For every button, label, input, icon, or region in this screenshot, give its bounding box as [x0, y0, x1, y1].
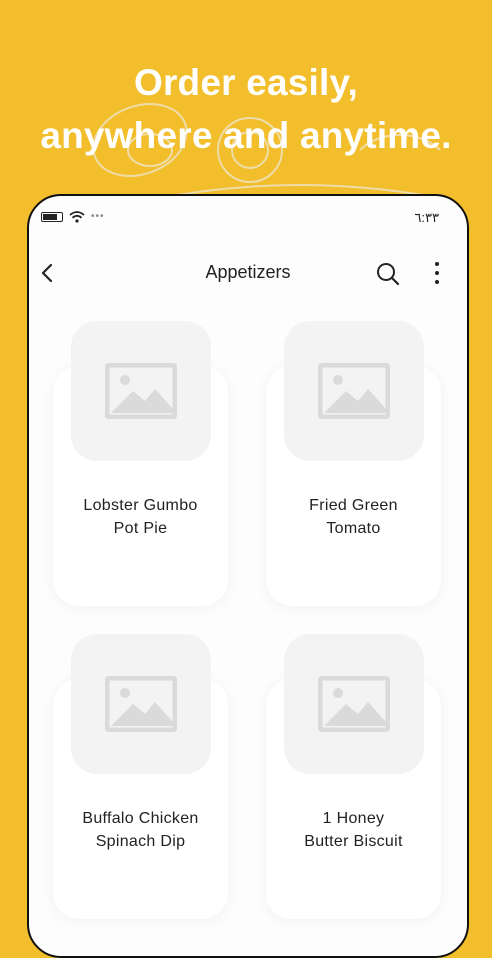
search-icon[interactable]	[375, 261, 401, 287]
app-bar: Appetizers	[29, 248, 467, 298]
image-placeholder-icon	[105, 676, 177, 732]
headline-line-1: Order easily,	[133, 62, 359, 103]
page-title: Appetizers	[205, 262, 291, 282]
status-time: ٦:٣٣	[414, 210, 439, 225]
headline-line-2: anywhere and anytime.	[40, 115, 452, 156]
item-name: Buffalo Chicken Spinach Dip	[82, 810, 199, 850]
menu-item-card[interactable]: Buffalo Chicken Spinach Dip	[53, 634, 228, 919]
image-placeholder	[71, 321, 211, 461]
headline: Order easily, anywhere and anytime.	[0, 56, 492, 162]
item-name: 1 Honey Butter Biscuit	[304, 810, 403, 850]
phone-frame: ••• ٦:٣٣ Appetizers Lobster Gumbo Pot Pi…	[27, 194, 469, 958]
menu-item-card[interactable]: Lobster Gumbo Pot Pie	[53, 321, 228, 606]
wifi-icon	[69, 211, 85, 223]
battery-icon	[41, 212, 63, 222]
image-placeholder	[71, 634, 211, 774]
item-name: Fried Green Tomato	[309, 497, 398, 537]
image-placeholder	[284, 634, 424, 774]
image-placeholder-icon	[105, 363, 177, 419]
image-placeholder-icon	[318, 676, 390, 732]
status-bar: ••• ٦:٣٣	[29, 196, 467, 230]
image-placeholder-icon	[318, 363, 390, 419]
signal-dots-icon: •••	[91, 211, 105, 222]
more-vert-icon[interactable]	[427, 260, 447, 286]
menu-item-card[interactable]: Fried Green Tomato	[266, 321, 441, 606]
item-name: Lobster Gumbo Pot Pie	[83, 497, 198, 537]
image-placeholder	[284, 321, 424, 461]
menu-item-card[interactable]: 1 Honey Butter Biscuit	[266, 634, 441, 919]
